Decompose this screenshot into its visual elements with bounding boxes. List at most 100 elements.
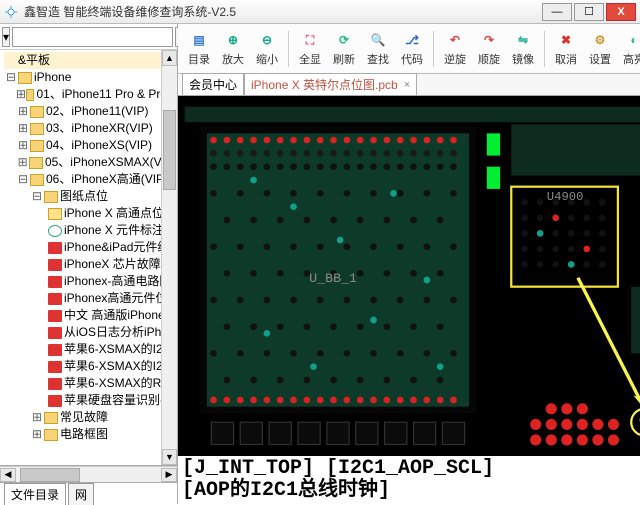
folder-icon <box>26 89 34 101</box>
tree-hscrollbar[interactable]: ◀ ▶ <box>0 466 177 482</box>
search-dropdown[interactable]: ▾ <box>2 27 10 47</box>
tree-item[interactable]: iPhone X 元件标注 <box>4 222 177 239</box>
folder-icon <box>44 429 58 441</box>
scroll-up-button[interactable]: ▲ <box>162 50 177 66</box>
rotate-right-icon: ↷ <box>479 30 499 50</box>
separator <box>544 31 545 67</box>
tree-item[interactable]: iPhonex高通元件位 <box>4 290 177 307</box>
minimize-button[interactable]: — <box>542 3 572 21</box>
rotate-right-button[interactable]: ↷顺旋 <box>474 28 504 69</box>
tree-frame-folder[interactable]: ⊞电路框图 <box>4 426 177 443</box>
zoom-in-button[interactable]: ⊕放大 <box>218 28 248 69</box>
folder-icon <box>29 157 43 169</box>
rotate-left-icon: ↶ <box>445 30 465 50</box>
folder-icon <box>44 191 58 203</box>
code-icon: ⎇ <box>402 30 422 50</box>
info-line-2: [AOP的I2C1总线时钟] <box>182 480 640 502</box>
mirror-button[interactable]: ⇋镜像 <box>508 28 538 69</box>
tree-fault-folder[interactable]: ⊞常见故障 <box>4 409 177 426</box>
pdf-icon <box>48 395 62 407</box>
tree-item[interactable]: iPhone&iPad元件维 <box>4 239 177 256</box>
pcb-label-ubb: U_BB_1 <box>309 272 357 287</box>
scroll-thumb[interactable] <box>163 110 176 190</box>
hscroll-thumb[interactable] <box>20 468 80 482</box>
tree-points-folder[interactable]: ⊟图纸点位 <box>4 188 177 205</box>
pdf-icon <box>48 327 62 339</box>
folder-icon <box>44 412 58 424</box>
web-file-icon <box>48 225 62 237</box>
pdf-icon <box>48 276 62 288</box>
separator <box>433 31 434 67</box>
zoom-out-button[interactable]: ⊖缩小 <box>252 28 282 69</box>
tree-model[interactable]: ⊞02、iPhone11(VIP) <box>4 103 177 120</box>
tree-item[interactable]: 苹果6-XSMAX的RF <box>4 375 177 392</box>
code-button[interactable]: ⎇代码 <box>397 28 427 69</box>
tree-item[interactable]: iPhonex-高通电路图 <box>4 273 177 290</box>
separator <box>288 31 289 67</box>
scroll-left-button[interactable]: ◀ <box>0 468 16 482</box>
folder-icon <box>18 72 32 84</box>
tree-root[interactable]: &平板 <box>4 52 177 69</box>
tree-item[interactable]: 从iOS日志分析iPho <box>4 324 177 341</box>
cancel-button[interactable]: ✖取消 <box>551 28 581 69</box>
close-tab-icon[interactable]: × <box>404 79 410 91</box>
info-line-1: [J_INT_TOP] [I2C1_AOP_SCL] <box>182 458 640 480</box>
tree-model[interactable]: ⊞01、iPhone11 Pro & ProM <box>4 86 177 103</box>
pdf-icon <box>48 361 62 373</box>
pdf-icon <box>48 378 62 390</box>
tree-brand[interactable]: ⊟iPhone <box>4 69 177 86</box>
pdf-icon <box>48 259 62 271</box>
window-title: 鑫智造 智能终端设备维修查询系统-V2.5 <box>24 3 540 20</box>
doc-tab-member[interactable]: 会员中心 <box>182 73 244 95</box>
tree-item[interactable]: 苹果6-XSMAX的I2S <box>4 358 177 375</box>
folder-icon <box>30 174 44 186</box>
highlight-icon: ◐ <box>624 30 640 50</box>
rotate-left-button[interactable]: ↶逆旋 <box>440 28 470 69</box>
folder-icon <box>30 106 44 118</box>
pdf-icon <box>48 344 62 356</box>
tree-model[interactable]: ⊞03、iPhoneXR(VIP) <box>4 120 177 137</box>
dir-button[interactable]: ▤目录 <box>184 28 214 69</box>
info-bar: [J_INT_TOP] [I2C1_AOP_SCL] [AOP的I2C1总线时钟… <box>178 456 640 504</box>
gear-icon: ⚙ <box>590 30 610 50</box>
zoom-out-icon: ⊖ <box>257 30 277 50</box>
net-tab[interactable]: 网 <box>68 483 94 505</box>
pdf-icon <box>48 242 62 254</box>
image-file-icon <box>48 208 62 220</box>
folder-icon <box>30 123 44 135</box>
tree-model[interactable]: ⊞04、iPhoneXS(VIP) <box>4 137 177 154</box>
tree-item[interactable]: iPhoneX 芯片故障注 <box>4 256 177 273</box>
search-icon: 🔍 <box>368 30 388 50</box>
tree-item[interactable]: iPhone X 高通点位 <box>4 205 177 222</box>
mirror-icon: ⇋ <box>513 30 533 50</box>
folder-icon <box>30 140 44 152</box>
search-input[interactable] <box>12 27 173 47</box>
fullview-button[interactable]: ⛶全显 <box>295 28 325 69</box>
highlight-button[interactable]: ◐高亮 <box>619 28 640 69</box>
tree-vscrollbar[interactable]: ▲ ▼ <box>161 50 177 465</box>
pcb-canvas[interactable]: U_BB_1 <box>178 96 640 504</box>
app-icon <box>4 5 18 19</box>
settings-button[interactable]: ⚙设置 <box>585 28 615 69</box>
pdf-icon <box>48 310 62 322</box>
close-button[interactable]: X <box>606 3 636 21</box>
tree-item[interactable]: 苹果硬盘容量识别-8 <box>4 392 177 409</box>
filedir-tab[interactable]: 文件目录 <box>4 483 66 505</box>
scroll-right-button[interactable]: ▶ <box>161 468 177 482</box>
expand-icon: ⛶ <box>300 30 320 50</box>
tree-item[interactable]: 苹果6-XSMAX的I2C <box>4 341 177 358</box>
refresh-icon: ⟳ <box>334 30 354 50</box>
tree-item[interactable]: 中文 高通版iPhone <box>4 307 177 324</box>
tree-model[interactable]: ⊟06、iPhoneX高通(VIP) <box>4 171 177 188</box>
find-button[interactable]: 🔍查找 <box>363 28 393 69</box>
scroll-down-button[interactable]: ▼ <box>162 449 177 465</box>
pdf-icon <box>48 293 62 305</box>
zoom-in-icon: ⊕ <box>223 30 243 50</box>
maximize-button[interactable]: ☐ <box>574 3 604 21</box>
pcb-label-u4900: U4900 <box>547 190 584 204</box>
refresh-button[interactable]: ⟳刷新 <box>329 28 359 69</box>
cancel-icon: ✖ <box>556 30 576 50</box>
list-icon: ▤ <box>189 30 209 50</box>
doc-tab-pcb[interactable]: iPhone X 英特尔点位图.pcb× <box>244 73 417 95</box>
tree-model[interactable]: ⊞05、iPhoneXSMAX(VIP) <box>4 154 177 171</box>
